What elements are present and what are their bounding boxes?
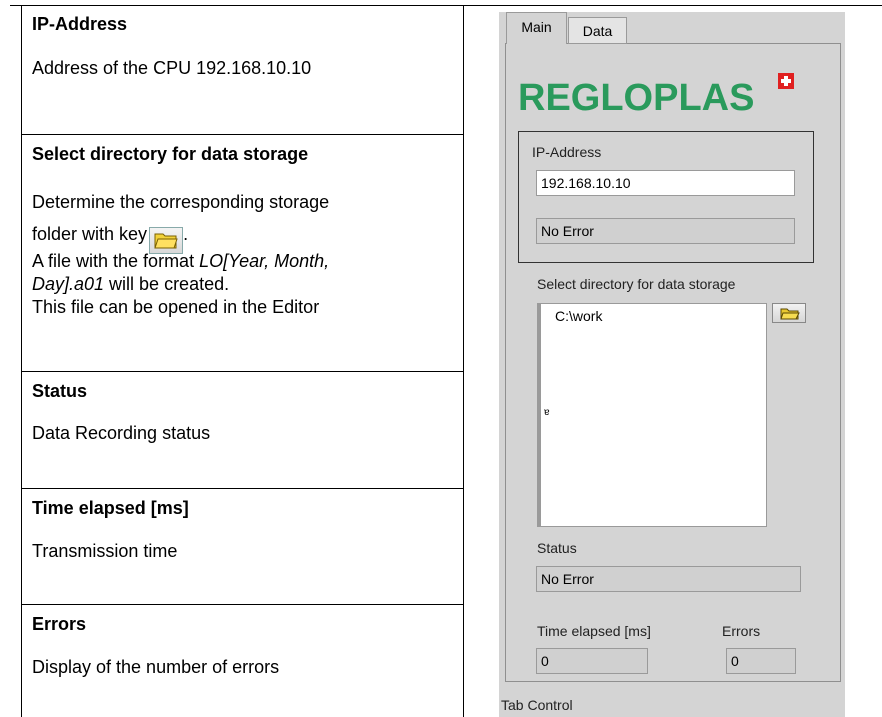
row-text-part: A file with the format: [32, 251, 200, 271]
tab-main[interactable]: Main: [506, 12, 567, 44]
open-folder-icon: [780, 308, 800, 320]
scroll-mark: ɐ: [544, 407, 550, 418]
row-heading: Time elapsed [ms]: [32, 498, 189, 518]
directory-label: Select directory for data storage: [537, 276, 736, 292]
time-elapsed-indicator: 0: [536, 648, 648, 674]
row-body: Address of the CPU 192.168.10.10: [32, 57, 455, 79]
row-status: Status Data Recording status: [21, 372, 464, 489]
tab-control-caption: Tab Control: [501, 697, 573, 713]
row-text-part: folder with key: [32, 224, 148, 244]
row-heading: Select directory for data storage: [32, 144, 309, 164]
row-text: Display of the number of errors: [32, 657, 280, 677]
description-table: IP-Address Address of the CPU 192.168.10…: [21, 5, 464, 717]
regloplas-logo: REGLOPLAS: [518, 78, 754, 118]
row-text: A file with the format LO[Year, Month,: [32, 250, 455, 273]
row-body: Transmission time: [32, 540, 455, 562]
status-label: Status: [537, 540, 577, 556]
directory-path: C:\work: [555, 308, 603, 324]
row-text: Day].a01 will be created.: [32, 273, 455, 296]
row-text: Transmission time: [32, 541, 178, 561]
row-text: Determine the corresponding storage: [32, 192, 330, 212]
tab-data[interactable]: Data: [568, 17, 627, 44]
row-directory: Select directory for data storage Determ…: [21, 135, 464, 372]
errors-label: Errors: [722, 623, 761, 639]
swiss-flag-icon: [778, 73, 794, 89]
status-indicator: No Error: [536, 566, 801, 592]
browse-folder-button[interactable]: [772, 303, 806, 323]
row-text: Data Recording status: [32, 423, 211, 443]
time-elapsed-label: Time elapsed [ms]: [537, 623, 651, 639]
row-body: Determine the corresponding storage fold…: [32, 186, 455, 319]
row-text: folder with key.: [32, 218, 455, 254]
row-text-part: .: [183, 224, 189, 244]
row-heading: Errors: [32, 614, 87, 634]
logo-text: REGLOPLAS: [518, 77, 755, 119]
open-folder-icon: [149, 227, 184, 254]
row-body: Display of the number of errors: [32, 656, 455, 678]
row-time-elapsed: Time elapsed [ms] Transmission time: [21, 489, 464, 605]
directory-path-box[interactable]: C:\work ɐ: [537, 303, 767, 527]
errors-indicator: 0: [726, 648, 796, 674]
row-text: This file can be opened in the Editor: [32, 297, 320, 317]
row-heading: Status: [32, 381, 88, 401]
row-text-italic: LO[Year, Month,: [199, 251, 330, 271]
ip-error-indicator: No Error: [536, 218, 795, 244]
ip-address-input[interactable]: 192.168.10.10: [536, 170, 795, 196]
row-text-part: will be created.: [104, 274, 230, 294]
row-ip-address: IP-Address Address of the CPU 192.168.10…: [21, 5, 464, 135]
ip-address-label: IP-Address: [532, 144, 602, 160]
row-heading: IP-Address: [32, 14, 128, 34]
row-errors: Errors Display of the number of errors: [21, 605, 464, 717]
row-text: Address of the CPU 192.168.10.10: [32, 58, 312, 78]
row-text-italic: Day].a01: [32, 274, 105, 294]
row-body: Data Recording status: [32, 422, 455, 444]
